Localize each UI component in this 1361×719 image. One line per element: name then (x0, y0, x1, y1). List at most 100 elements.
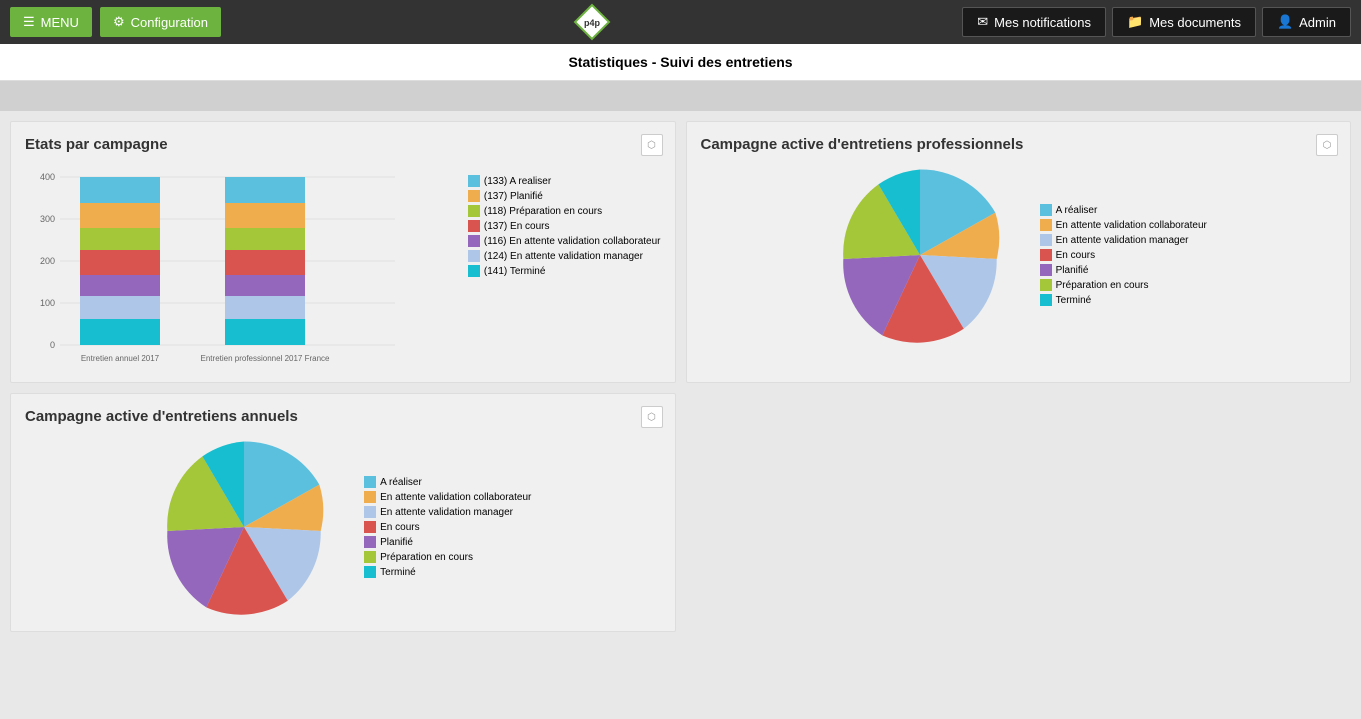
pie-legend-color-2 (1040, 234, 1052, 246)
ann-legend-item-5: Préparation en cours (364, 551, 531, 563)
ann-legend-label-4: Planifié (380, 537, 413, 548)
ann-legend-color-0 (364, 476, 376, 488)
pie-legend-label-1: En attente validation collaborateur (1056, 220, 1207, 231)
pie-legend-label-3: En cours (1056, 250, 1095, 261)
svg-text:400: 400 (40, 172, 55, 182)
legend-label-6: (141) Terminé (484, 266, 546, 277)
config-label: Configuration (131, 15, 208, 30)
panel-campagne-prof: Campagne active d'entretiens professionn… (686, 121, 1352, 383)
legend-label-1: (137) Planifié (484, 191, 543, 202)
pie-legend-item-1: En attente validation collaborateur (1040, 219, 1207, 231)
sub-bar (0, 81, 1361, 111)
svg-text:200: 200 (40, 256, 55, 266)
menu-label: MENU (41, 15, 79, 30)
legend-color-1 (468, 190, 480, 202)
pie-legend-item-2: En attente validation manager (1040, 234, 1207, 246)
legend-color-4 (468, 235, 480, 247)
pie-legend-color-3 (1040, 249, 1052, 261)
pie-legend-item-5: Préparation en cours (1040, 279, 1207, 291)
logo-area: p4p (229, 3, 954, 41)
pie-chart-prof-svg (830, 165, 1010, 345)
main-content: Etats par campagne ⬡ 400 300 200 100 0 (0, 111, 1361, 642)
documents-icon: 📁 (1127, 14, 1143, 30)
legend-item-6: (141) Terminé (468, 265, 661, 277)
panel-campagne-prof-icon[interactable]: ⬡ (1316, 134, 1338, 156)
legend-item-3: (137) En cours (468, 220, 661, 232)
ann-legend-color-6 (364, 566, 376, 578)
legend-color-0 (468, 175, 480, 187)
panel-campagne-prof-title: Campagne active d'entretiens professionn… (701, 136, 1337, 153)
admin-label: Admin (1299, 15, 1336, 30)
ann-legend-color-4 (364, 536, 376, 548)
legend-item-5: (124) En attente validation manager (468, 250, 661, 262)
svg-text:100: 100 (40, 298, 55, 308)
pie-legend-label-2: En attente validation manager (1056, 235, 1189, 246)
logo-text: p4p (584, 18, 601, 28)
pie-legend-item-4: Planifié (1040, 264, 1207, 276)
pie-legend-color-5 (1040, 279, 1052, 291)
legend-color-6 (468, 265, 480, 277)
header: ☰ MENU ⚙ Configuration p4p ✉ Mes notific… (0, 0, 1361, 44)
legend-color-5 (468, 250, 480, 262)
ann-legend-item-1: En attente validation collaborateur (364, 491, 531, 503)
pie-legend-item-6: Terminé (1040, 294, 1207, 306)
ann-legend-label-6: Terminé (380, 567, 416, 578)
ann-legend-label-5: Préparation en cours (380, 552, 473, 563)
header-right: ✉ Mes notifications 📁 Mes documents 👤 Ad… (962, 7, 1351, 37)
panel-campagne-ann: Campagne active d'entretiens annuels ⬡ (10, 393, 676, 632)
pie-area-ann: A réaliser En attente validation collabo… (25, 437, 661, 617)
notifications-label: Mes notifications (994, 15, 1091, 30)
legend-label-5: (124) En attente validation manager (484, 251, 643, 262)
svg-text:Entretien professionnel 2017 F: Entretien professionnel 2017 France (201, 354, 331, 363)
admin-button[interactable]: 👤 Admin (1262, 7, 1351, 37)
config-button[interactable]: ⚙ Configuration (100, 7, 221, 37)
admin-icon: 👤 (1277, 14, 1293, 30)
legend-item-0: (133) A realiser (468, 175, 661, 187)
panel-etats-title: Etats par campagne (25, 136, 661, 153)
ann-legend-item-3: En cours (364, 521, 531, 533)
pie-legend-color-0 (1040, 204, 1052, 216)
config-icon: ⚙ (113, 14, 125, 30)
svg-text:Entretien annuel 2017: Entretien annuel 2017 (81, 354, 160, 363)
ann-legend-color-1 (364, 491, 376, 503)
legend-item-1: (137) Planifié (468, 190, 661, 202)
panel-etats: Etats par campagne ⬡ 400 300 200 100 0 (10, 121, 676, 383)
ann-legend-item-6: Terminé (364, 566, 531, 578)
pie-legend-ann: A réaliser En attente validation collabo… (364, 476, 531, 578)
pie-legend-color-4 (1040, 264, 1052, 276)
legend-label-4: (116) En attente validation collaborateu… (484, 236, 661, 247)
documents-button[interactable]: 📁 Mes documents (1112, 7, 1256, 37)
pie-legend-label-5: Préparation en cours (1056, 280, 1149, 291)
ann-legend-color-3 (364, 521, 376, 533)
page-title: Statistiques - Suivi des entretiens (568, 54, 792, 70)
legend-item-4: (116) En attente validation collaborateu… (468, 235, 661, 247)
notifications-button[interactable]: ✉ Mes notifications (962, 7, 1106, 37)
bar-chart-legend: (133) A realiser (137) Planifié (118) Pr… (468, 165, 661, 277)
legend-label-0: (133) A realiser (484, 176, 551, 187)
logo-diamond-icon: p4p (573, 3, 611, 41)
legend-label-3: (137) En cours (484, 221, 550, 232)
panel-campagne-ann-icon[interactable]: ⬡ (641, 406, 663, 428)
bottom-row: Campagne active d'entretiens annuels ⬡ (10, 393, 1351, 632)
bar-chart-svg: 400 300 200 100 0 (25, 165, 405, 365)
ann-legend-label-1: En attente validation collaborateur (380, 492, 531, 503)
ann-legend-color-5 (364, 551, 376, 563)
pie-legend-prof: A réaliser En attente validation collabo… (1040, 204, 1207, 306)
legend-item-2: (118) Préparation en cours (468, 205, 661, 217)
ann-legend-item-0: A réaliser (364, 476, 531, 488)
top-row: Etats par campagne ⬡ 400 300 200 100 0 (10, 121, 1351, 383)
pie-legend-label-0: A réaliser (1056, 205, 1098, 216)
ann-legend-color-2 (364, 506, 376, 518)
svg-text:300: 300 (40, 214, 55, 224)
ann-legend-label-2: En attente validation manager (380, 507, 513, 518)
pie-area-prof: A réaliser En attente validation collabo… (701, 165, 1337, 345)
menu-button[interactable]: ☰ MENU (10, 7, 92, 37)
legend-color-3 (468, 220, 480, 232)
ann-legend-label-0: A réaliser (380, 477, 422, 488)
panel-campagne-ann-title: Campagne active d'entretiens annuels (25, 408, 661, 425)
svg-text:0: 0 (50, 340, 55, 350)
pie-legend-item-0: A réaliser (1040, 204, 1207, 216)
pie-legend-label-6: Terminé (1056, 295, 1092, 306)
page-title-bar: Statistiques - Suivi des entretiens (0, 44, 1361, 81)
panel-etats-icon[interactable]: ⬡ (641, 134, 663, 156)
